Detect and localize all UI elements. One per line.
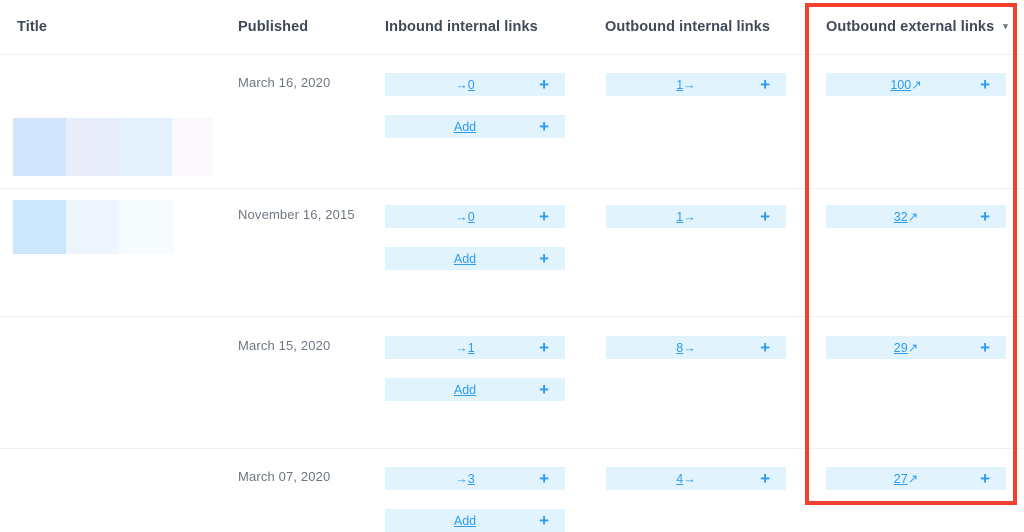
- outbound-internal-links-count: 1: [676, 77, 684, 92]
- row-divider: [0, 448, 1024, 449]
- skeleton-block: [172, 118, 213, 176]
- column-header-outbound-internal-links[interactable]: Outbound internal links: [605, 19, 770, 35]
- plus-icon[interactable]: +: [539, 208, 549, 225]
- plus-icon[interactable]: +: [980, 76, 990, 93]
- chevron-down-icon[interactable]: ▾: [1003, 21, 1008, 32]
- outbound-internal-links-count: 8: [676, 340, 684, 355]
- inbound-internal-links-chip[interactable]: →0 +: [385, 73, 565, 96]
- arrow-right-icon: →: [455, 77, 468, 92]
- published-date: March 15, 2020: [238, 338, 331, 353]
- inbound-internal-links-link[interactable]: →0: [455, 78, 474, 92]
- arrow-up-right-icon: ↗: [907, 341, 919, 355]
- inbound-internal-links-link[interactable]: →3: [455, 472, 474, 486]
- row-divider: [0, 316, 1024, 317]
- row-divider: [0, 188, 1024, 189]
- arrow-right-icon: →: [683, 340, 696, 355]
- arrow-right-icon: →: [455, 340, 468, 355]
- title-thumbnail-placeholder: [13, 200, 173, 254]
- outbound-external-links-link[interactable]: 27↗: [894, 471, 918, 486]
- outbound-internal-links-link[interactable]: 4→: [676, 472, 695, 486]
- outbound-internal-links-chip[interactable]: 1→ +: [606, 205, 786, 228]
- outbound-external-links-count: 27: [893, 472, 908, 486]
- outbound-external-links-link[interactable]: 100↗: [890, 77, 921, 92]
- published-date: November 16, 2015: [238, 207, 355, 222]
- outbound-internal-links-count: 4: [676, 471, 684, 486]
- plus-icon[interactable]: +: [539, 118, 549, 135]
- skeleton-block: [66, 118, 119, 176]
- outbound-internal-links-chip[interactable]: 1→ +: [606, 73, 786, 96]
- inbound-internal-links-count: 0: [467, 77, 475, 92]
- plus-icon[interactable]: +: [539, 512, 549, 529]
- links-table: Title Published Inbound internal links O…: [0, 0, 1024, 532]
- plus-icon[interactable]: +: [980, 208, 990, 225]
- outbound-external-links-chip[interactable]: 32↗ +: [826, 205, 1006, 228]
- skeleton-block: [13, 200, 66, 254]
- outbound-external-links-count: 32: [893, 210, 908, 224]
- plus-icon[interactable]: +: [760, 470, 770, 487]
- column-header-title[interactable]: Title: [17, 19, 47, 35]
- plus-icon[interactable]: +: [539, 381, 549, 398]
- column-header-published[interactable]: Published: [238, 19, 308, 35]
- arrow-right-icon: →: [455, 471, 468, 486]
- inbound-internal-links-link[interactable]: →1: [455, 341, 474, 355]
- title-thumbnail-placeholder: [13, 118, 213, 176]
- outbound-internal-links-link[interactable]: 1→: [676, 210, 695, 224]
- inbound-add-chip[interactable]: Add +: [385, 378, 565, 401]
- outbound-internal-links-count: 1: [676, 209, 684, 224]
- outbound-external-links-link[interactable]: 29↗: [894, 340, 918, 355]
- outbound-external-links-chip[interactable]: 100↗ +: [826, 73, 1006, 96]
- inbound-internal-links-chip[interactable]: →0 +: [385, 205, 565, 228]
- inbound-internal-links-chip[interactable]: →1 +: [385, 336, 565, 359]
- inbound-internal-links-chip[interactable]: →3 +: [385, 467, 565, 490]
- outbound-external-links-chip[interactable]: 27↗ +: [826, 467, 1006, 490]
- skeleton-block: [13, 118, 66, 176]
- inbound-internal-links-count: 3: [467, 471, 475, 486]
- inbound-add-chip[interactable]: Add +: [385, 247, 565, 270]
- skeleton-block: [119, 200, 173, 254]
- column-header-outbound-external-links-label: Outbound external links: [826, 19, 995, 35]
- skeleton-block: [119, 118, 172, 176]
- inbound-internal-links-count: 0: [467, 209, 475, 224]
- inbound-add-link[interactable]: Add: [454, 383, 476, 397]
- plus-icon[interactable]: +: [539, 470, 549, 487]
- inbound-internal-links-count: 1: [467, 340, 475, 355]
- inbound-add-link[interactable]: Add: [454, 120, 476, 134]
- arrow-up-right-icon: ↗: [907, 472, 919, 486]
- outbound-internal-links-chip[interactable]: 4→ +: [606, 467, 786, 490]
- outbound-internal-links-link[interactable]: 1→: [676, 78, 695, 92]
- inbound-add-chip[interactable]: Add +: [385, 509, 565, 532]
- outbound-external-links-link[interactable]: 32↗: [894, 209, 918, 224]
- plus-icon[interactable]: +: [760, 339, 770, 356]
- outbound-external-links-chip[interactable]: 29↗ +: [826, 336, 1006, 359]
- plus-icon[interactable]: +: [980, 470, 990, 487]
- header-divider: [0, 54, 1024, 55]
- plus-icon[interactable]: +: [760, 76, 770, 93]
- plus-icon[interactable]: +: [760, 208, 770, 225]
- arrow-right-icon: →: [683, 471, 696, 486]
- outbound-internal-links-link[interactable]: 8→: [676, 341, 695, 355]
- plus-icon[interactable]: +: [539, 76, 549, 93]
- table-header-row: Title Published Inbound internal links O…: [0, 0, 1024, 54]
- outbound-external-links-count: 100: [890, 78, 912, 92]
- plus-icon[interactable]: +: [539, 339, 549, 356]
- outbound-external-links-count: 29: [893, 341, 908, 355]
- arrow-right-icon: →: [683, 77, 696, 92]
- skeleton-block: [66, 200, 119, 254]
- inbound-add-chip[interactable]: Add +: [385, 115, 565, 138]
- outbound-internal-links-chip[interactable]: 8→ +: [606, 336, 786, 359]
- column-header-outbound-external-links[interactable]: Outbound external links ▾: [826, 19, 1008, 35]
- inbound-internal-links-link[interactable]: →0: [455, 210, 474, 224]
- published-date: March 07, 2020: [238, 469, 331, 484]
- plus-icon[interactable]: +: [980, 339, 990, 356]
- plus-icon[interactable]: +: [539, 250, 549, 267]
- inbound-add-link[interactable]: Add: [454, 252, 476, 266]
- published-date: March 16, 2020: [238, 75, 331, 90]
- arrow-right-icon: →: [455, 209, 468, 224]
- arrow-right-icon: →: [683, 209, 696, 224]
- column-header-inbound-internal-links[interactable]: Inbound internal links: [385, 19, 538, 35]
- arrow-up-right-icon: ↗: [907, 210, 919, 224]
- arrow-up-right-icon: ↗: [911, 78, 922, 92]
